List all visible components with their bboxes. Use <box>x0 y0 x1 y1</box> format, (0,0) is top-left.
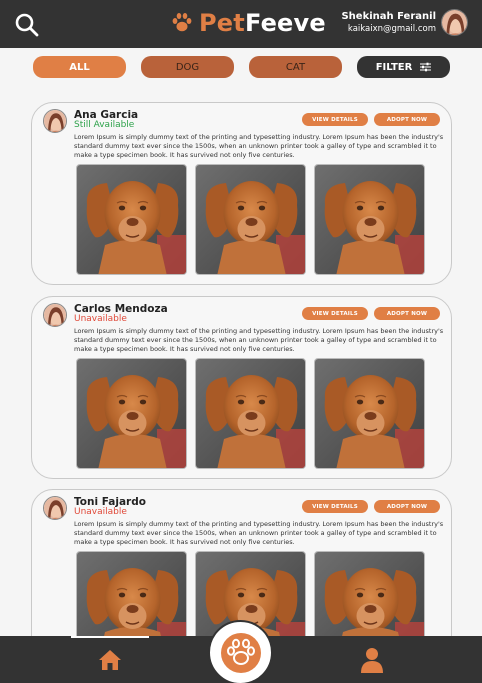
pet-description: Lorem Ipsum is simply dummy text of the … <box>74 327 444 353</box>
pet-photo[interactable] <box>76 358 187 469</box>
brand-name: PetFeeve <box>199 9 326 37</box>
pet-photo[interactable] <box>314 164 425 275</box>
view-details-button[interactable]: VIEW DETAILS <box>302 500 368 513</box>
photo-gallery <box>76 358 425 469</box>
pet-photo[interactable] <box>76 164 187 275</box>
status-badge: Unavailable <box>74 314 127 324</box>
brand-name-suffix: Feeve <box>244 9 326 37</box>
status-badge: Still Available <box>74 120 135 130</box>
home-icon <box>99 649 121 670</box>
brand-logo[interactable]: PetFeeve <box>170 9 326 37</box>
nav-home-button[interactable] <box>71 636 149 683</box>
user-name: Shekinah Feranil <box>341 11 436 22</box>
view-details-button[interactable]: VIEW DETAILS <box>302 307 368 320</box>
pet-photo[interactable] <box>195 164 306 275</box>
pet-photo[interactable] <box>195 358 306 469</box>
paw-icon <box>220 632 261 673</box>
brand-name-prefix: Pet <box>199 9 245 37</box>
paw-icon <box>172 13 192 32</box>
avatar[interactable] <box>441 9 468 36</box>
category-filters: ALL DOG CAT FILTER <box>0 56 482 78</box>
nav-profile-button[interactable] <box>350 636 394 683</box>
user-profile[interactable]: Shekinah Feranil kaikaixn@gmail.com <box>341 9 468 36</box>
filter-cat-button[interactable]: CAT <box>249 56 342 78</box>
adopt-now-button[interactable]: ADOPT NOW <box>374 307 440 320</box>
user-email: kaikaixn@gmail.com <box>347 24 436 34</box>
pet-card: Ana Garcia Still Available VIEW DETAILS … <box>31 102 452 285</box>
filter-dog-button[interactable]: DOG <box>141 56 234 78</box>
sliders-icon <box>420 62 432 72</box>
filter-all-button[interactable]: ALL <box>33 56 126 78</box>
photo-gallery <box>76 164 425 275</box>
search-icon[interactable] <box>14 12 40 38</box>
pet-card: Carlos Mendoza Unavailable VIEW DETAILS … <box>31 296 452 479</box>
status-badge: Unavailable <box>74 507 127 517</box>
pet-description: Lorem Ipsum is simply dummy text of the … <box>74 133 444 159</box>
pet-description: Lorem Ipsum is simply dummy text of the … <box>74 520 444 546</box>
person-icon <box>361 647 383 673</box>
adopt-now-button[interactable]: ADOPT NOW <box>374 113 440 126</box>
pet-photo[interactable] <box>314 358 425 469</box>
nav-paw-button[interactable] <box>208 620 273 683</box>
adopt-now-button[interactable]: ADOPT NOW <box>374 500 440 513</box>
view-details-button[interactable]: VIEW DETAILS <box>302 113 368 126</box>
avatar[interactable] <box>43 303 67 327</box>
avatar[interactable] <box>43 109 67 133</box>
app-header: PetFeeve Shekinah Feranil kaikaixn@gmail… <box>0 0 482 48</box>
user-info: Shekinah Feranil kaikaixn@gmail.com <box>341 10 436 35</box>
filter-button[interactable]: FILTER <box>357 56 450 78</box>
avatar[interactable] <box>43 496 67 520</box>
filter-button-label: FILTER <box>375 61 413 73</box>
